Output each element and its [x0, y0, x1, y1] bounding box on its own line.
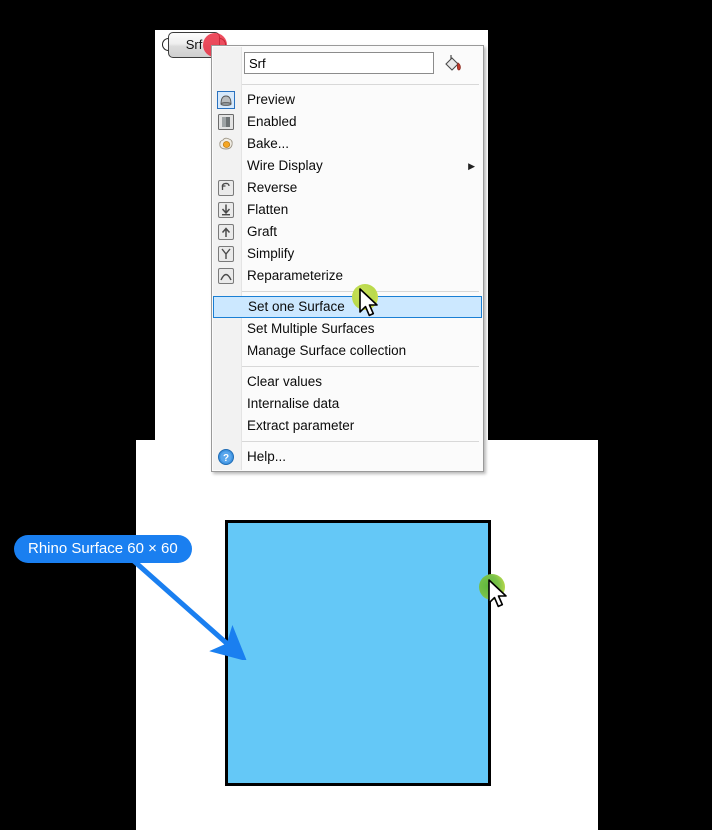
menu-bottom-padding	[212, 468, 483, 471]
menu-item-preview[interactable]: Preview	[212, 89, 483, 111]
menu-item-reparameterize[interactable]: Reparameterize	[212, 265, 483, 287]
menu-item-reverse[interactable]: Reverse	[212, 177, 483, 199]
component-name-input[interactable]	[244, 52, 434, 74]
menu-item-label: Preview	[247, 92, 296, 107]
menu-items-container: Preview Enabled	[212, 46, 483, 471]
menu-item-label: Help...	[247, 449, 287, 464]
menu-item-set-one-surface[interactable]: Set one Surface	[213, 296, 482, 318]
menu-item-label: Set Multiple Surfaces	[247, 321, 375, 336]
screenshot-root: Srf Srf Preview Enabled Bake... Wire Dis…	[0, 0, 712, 830]
component-context-menu[interactable]: Preview Enabled	[211, 45, 484, 472]
menu-item-label: Internalise data	[247, 396, 340, 411]
menu-item-label: Bake...	[247, 136, 290, 151]
menu-item-simplify[interactable]: Simplify	[212, 243, 483, 265]
reparameterize-icon	[217, 267, 235, 285]
menu-item-label: Simplify	[247, 246, 295, 261]
menu-item-help[interactable]: ? Help...	[212, 446, 483, 468]
menu-item-label: Reverse	[247, 180, 298, 195]
menu-item-bake[interactable]: Bake...	[212, 133, 483, 155]
help-icon: ?	[217, 448, 235, 466]
preview-icon	[217, 91, 235, 109]
menu-item-extract-parameter[interactable]: Extract parameter	[212, 415, 483, 437]
menu-item-manage-surface-collection[interactable]: Manage Surface collection	[212, 340, 483, 362]
menu-hover-highlight-dot	[352, 284, 378, 310]
svg-text:?: ?	[223, 453, 229, 464]
menu-item-internalise-data[interactable]: Internalise data	[212, 393, 483, 415]
menu-item-label: Extract parameter	[247, 418, 355, 433]
menu-item-label: Set one Surface	[248, 299, 345, 314]
menu-item-label: Reparameterize	[247, 268, 344, 283]
menu-item-wire-display[interactable]: Wire Display ▶	[212, 155, 483, 177]
menu-item-set-multiple-surfaces[interactable]: Set Multiple Surfaces	[212, 318, 483, 340]
menu-separator	[242, 441, 479, 442]
enabled-icon	[217, 113, 235, 131]
menu-item-clear-values[interactable]: Clear values	[212, 371, 483, 393]
menu-item-flatten[interactable]: Flatten	[212, 199, 483, 221]
menu-item-label: Enabled	[247, 114, 297, 129]
simplify-icon	[217, 245, 235, 263]
menu-item-graft[interactable]: Graft	[212, 221, 483, 243]
flatten-icon	[217, 201, 235, 219]
menu-item-label: Clear values	[247, 374, 323, 389]
menu-item-enabled[interactable]: Enabled	[212, 111, 483, 133]
menu-name-row	[212, 46, 483, 80]
menu-item-label: Manage Surface collection	[247, 343, 407, 358]
bake-icon	[217, 135, 235, 153]
menu-item-label: Graft	[247, 224, 278, 239]
menu-item-label: Flatten	[247, 202, 289, 217]
menu-separator	[242, 366, 479, 367]
chevron-right-icon: ▶	[468, 161, 475, 171]
callout-label: Rhino Surface 60 × 60	[14, 535, 192, 563]
reverse-icon	[217, 179, 235, 197]
rhino-surface-rectangle[interactable]	[225, 520, 491, 786]
menu-item-label: Wire Display	[247, 158, 323, 173]
graft-icon	[217, 223, 235, 241]
menu-separator	[242, 84, 479, 85]
surface-pick-highlight-dot	[479, 574, 505, 600]
paint-bucket-icon[interactable]	[442, 52, 464, 74]
